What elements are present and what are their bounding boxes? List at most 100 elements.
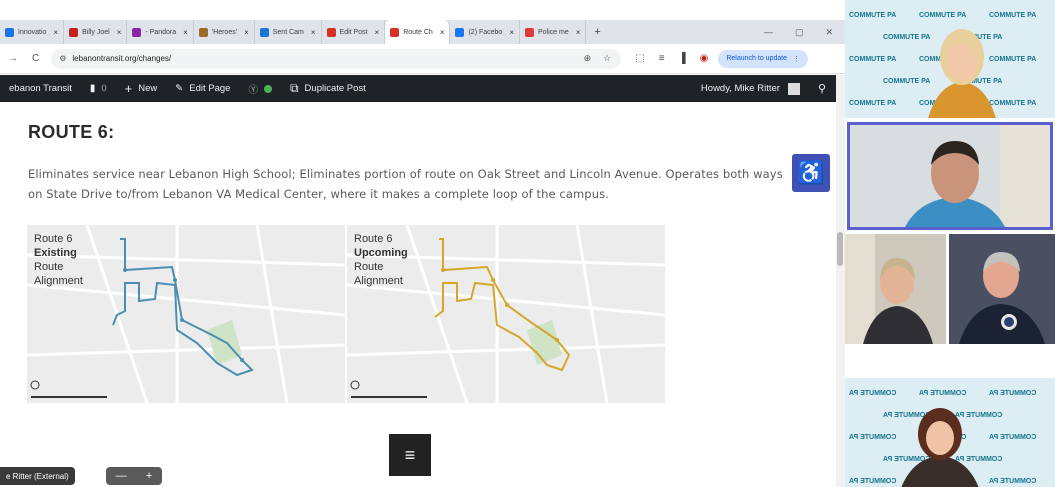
plus-icon: + xyxy=(124,81,133,96)
tab-favicon-icon xyxy=(390,27,400,37)
video-tile-participant-5[interactable]: COMMUTE PA COMMUTE PA COMMUTE PA COMMUTE PA… xyxy=(845,378,1055,487)
browser-tab[interactable]: Innovatio × xyxy=(0,20,65,44)
video-tile-participant-1[interactable]: COMMUTE PA COMMUTE PA COMMUTE PA COMMUTE PA… xyxy=(845,0,1055,118)
comment-icon: ▮ xyxy=(89,83,96,94)
search-icon[interactable]: ⚲ xyxy=(818,82,826,95)
wp-comments[interactable]: ▮ 0 xyxy=(81,83,116,94)
page-scrollbar[interactable] xyxy=(836,75,845,487)
more-menu-icon[interactable]: ⋮ xyxy=(793,55,800,63)
participant-3-figure xyxy=(845,234,946,344)
tab-close-icon[interactable]: × xyxy=(117,28,122,37)
page-scrollbar-thumb[interactable] xyxy=(837,232,843,266)
map-existing-line4: Alignment xyxy=(34,275,83,287)
wp-site-name[interactable]: ebanon Transit xyxy=(0,83,81,94)
browser-tab[interactable]: - Pandora × xyxy=(127,20,194,44)
zoom-out-button[interactable]: — xyxy=(116,470,127,482)
toolbar-icons: ⬚ ≡ ▐ ◉ xyxy=(635,53,708,64)
map-upcoming-route: Route 6 Upcoming Route Alignment xyxy=(347,225,665,403)
menu-button[interactable]: ≡ xyxy=(389,434,431,476)
browser-tab[interactable]: Edit Post × xyxy=(322,20,386,44)
close-window-icon[interactable]: ✕ xyxy=(825,27,833,38)
relaunch-label: Relaunch to update xyxy=(726,55,788,62)
relaunch-button[interactable]: Relaunch to update ⋮ xyxy=(718,49,809,68)
video-tile-participant-4[interactable] xyxy=(949,234,1055,344)
tab-label: Innovatio xyxy=(18,28,47,36)
participant-1-figure xyxy=(928,29,996,118)
maximize-icon[interactable]: ▢ xyxy=(795,27,804,38)
tab-close-icon[interactable]: × xyxy=(311,28,316,37)
commute-pa-logo: COMMUTE PA xyxy=(849,100,897,107)
tab-favicon-icon xyxy=(326,27,336,37)
shared-screen: Innovatio × Billy Joel × - Pandora × 'Heroes' … xyxy=(0,0,845,487)
reading-list-icon[interactable]: ≡ xyxy=(659,53,665,64)
map-upcoming-label: Route 6 Upcoming Route Alignment xyxy=(354,232,408,288)
edit-page-label: Edit Page xyxy=(189,83,231,94)
meeting-window: Innovatio × Billy Joel × - Pandora × 'Heroes' … xyxy=(0,0,1055,487)
map-upcoming-line1: Route 6 xyxy=(354,233,393,245)
tab-label: (2) Facebo xyxy=(468,28,503,36)
participant-videos: COMMUTE PA COMMUTE PA COMMUTE PA COMMUTE PA… xyxy=(845,0,1055,487)
browser-tab[interactable]: 'Heroes' × xyxy=(194,20,255,44)
site-info-icon[interactable]: ⚙ xyxy=(59,54,66,63)
tab-close-icon[interactable]: × xyxy=(509,28,514,37)
browser-tab-bar: Innovatio × Billy Joel × - Pandora × 'Heroes' … xyxy=(0,20,845,44)
browser-tab[interactable]: Route Ch × xyxy=(385,20,451,44)
bookmark-star-icon[interactable]: ☆ xyxy=(603,53,611,64)
browser-tab[interactable]: Police me × xyxy=(520,20,587,44)
new-tab-button[interactable]: + xyxy=(586,26,608,38)
commute-pa-logo: COMMUTE PA xyxy=(989,12,1037,19)
tab-label: Billy Joel xyxy=(82,28,110,36)
tab-close-icon[interactable]: × xyxy=(53,28,58,37)
commute-pa-logo: COMMUTE PA xyxy=(849,12,897,19)
commute-pa-logo: COMMUTE PA xyxy=(989,390,1037,397)
page-title: ROUTE 6: xyxy=(28,122,115,142)
browser-tab[interactable]: Sent Cam × xyxy=(255,20,322,44)
accessibility-button[interactable]: ♿ xyxy=(792,154,830,192)
commute-pa-logo: COMMUTE PA xyxy=(849,56,897,63)
user-avatar[interactable] xyxy=(787,82,800,95)
browser-tab[interactable]: (2) Facebo × xyxy=(450,20,520,44)
extensions-icon[interactable]: ⬚ xyxy=(635,53,644,64)
video-tile-participant-3[interactable] xyxy=(845,234,946,344)
commute-pa-logo: COMMUTE PA xyxy=(849,434,897,441)
zoom-icon[interactable]: ⊕ xyxy=(584,53,592,64)
url-input[interactable]: ⚙ lebanontransit.org/changes/ ⊕ ☆ xyxy=(51,48,622,69)
tab-close-icon[interactable]: × xyxy=(183,28,188,37)
comments-count: 0 xyxy=(101,83,107,94)
side-panel-icon[interactable]: ▐ xyxy=(679,53,686,64)
map-upcoming-line2: Upcoming xyxy=(354,247,408,259)
url-text: lebanontransit.org/changes/ xyxy=(72,54,172,63)
tab-favicon-icon xyxy=(259,27,269,37)
video-tile-active-speaker[interactable] xyxy=(847,122,1053,230)
tab-favicon-icon xyxy=(69,27,79,37)
reload-icon[interactable]: C xyxy=(32,53,39,64)
wp-seo-indicator[interactable]: Ⓨ xyxy=(239,82,281,96)
commute-pa-logo: COMMUTE PA xyxy=(919,390,967,397)
wp-new-button[interactable]: + New xyxy=(116,81,167,96)
route-description: Eliminates service near Lebanon High Sch… xyxy=(28,167,783,201)
tab-close-icon[interactable]: × xyxy=(576,28,581,37)
tab-close-icon[interactable]: × xyxy=(440,28,445,37)
participant-5-figure xyxy=(901,408,979,487)
map-existing-label: Route 6 Existing Route Alignment xyxy=(34,232,83,288)
browser-tab[interactable]: Billy Joel × xyxy=(64,20,128,44)
tab-close-icon[interactable]: × xyxy=(375,28,380,37)
forward-icon[interactable]: → xyxy=(8,53,18,64)
minimize-icon[interactable]: — xyxy=(764,27,773,38)
tab-label: Edit Post xyxy=(339,28,368,36)
tab-close-icon[interactable]: × xyxy=(244,28,249,37)
tab-label: Route Ch xyxy=(403,28,433,36)
tab-label: 'Heroes' xyxy=(211,28,238,36)
tab-favicon-icon xyxy=(198,27,208,37)
wp-duplicate-button[interactable]: ⧉ Duplicate Post xyxy=(281,81,375,96)
participant-4-figure xyxy=(949,234,1055,344)
zoom-in-button[interactable]: + xyxy=(146,470,152,482)
wp-edit-page-button[interactable]: ✎ Edit Page xyxy=(166,83,239,94)
tab-favicon-icon xyxy=(132,27,142,37)
active-speaker-figure xyxy=(850,125,1050,227)
commute-pa-logo: COMMUTE PA xyxy=(989,478,1037,485)
pencil-icon: ✎ xyxy=(175,83,184,94)
profile-icon[interactable]: ◉ xyxy=(700,53,709,64)
map-existing-line3: Route xyxy=(34,261,64,273)
howdy-user[interactable]: Howdy, Mike Ritter xyxy=(701,83,780,94)
